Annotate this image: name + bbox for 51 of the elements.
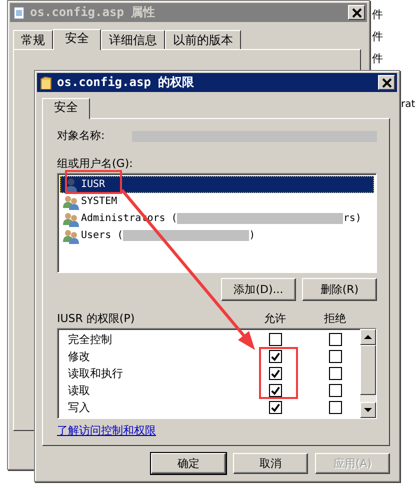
checkbox[interactable] [328, 333, 342, 346]
window-title: os.config.asp 属性 [30, 4, 156, 21]
button[interactable]: 取消 [233, 453, 308, 474]
permission-name: 写入 [68, 400, 91, 415]
permission-name: 修改 [68, 349, 91, 364]
tab[interactable]: 以前的版本 [165, 30, 241, 49]
permission-name: 完全控制 [68, 332, 113, 347]
list-item-text: ) [249, 230, 256, 241]
button[interactable]: 确定 [151, 453, 226, 474]
scroll-up-icon [364, 335, 372, 339]
checkbox[interactable] [268, 384, 282, 397]
column-header: 拒绝 [323, 312, 347, 326]
highlight-box [65, 170, 122, 194]
users-icon [63, 210, 79, 226]
button[interactable]: 删除(R) [302, 278, 377, 301]
checkbox[interactable] [328, 350, 342, 363]
scrollbar[interactable] [360, 329, 376, 418]
background-text: 件 [372, 30, 383, 44]
field-label: 组或用户名(G): [57, 157, 134, 171]
button[interactable]: 添加(D)... [221, 278, 296, 301]
checkbox[interactable] [328, 401, 342, 414]
window-title: os.config.asp 的权限 [57, 74, 196, 91]
checkbox[interactable] [268, 401, 282, 414]
users-icon [63, 228, 79, 244]
list-item-text: rs) [343, 213, 362, 224]
checkbox[interactable] [268, 350, 282, 363]
checkbox[interactable] [328, 384, 342, 397]
column-header: 允许 [263, 312, 287, 326]
field-label: 对象名称: [57, 129, 106, 143]
list-item[interactable]: SYSTEM [60, 193, 374, 210]
tab[interactable]: 安全 [42, 98, 90, 119]
folder-icon [40, 76, 52, 90]
background-text: 件 [372, 8, 383, 22]
highlight-box [259, 347, 298, 399]
scroll-down-icon [364, 408, 372, 412]
background-text: 件 [372, 52, 383, 66]
users-icon [63, 194, 79, 210]
list-item[interactable]: Users ( ) [60, 227, 374, 244]
checkbox[interactable] [268, 367, 282, 380]
background-text: rat [401, 98, 416, 112]
checkbox[interactable] [268, 333, 282, 346]
tab[interactable]: 详细信息 [101, 30, 165, 49]
file-icon [13, 6, 25, 20]
checkbox[interactable] [328, 367, 342, 380]
link[interactable]: 了解访问控制和权限 [57, 424, 156, 438]
permission-name: 读取 [68, 383, 91, 398]
close-button[interactable] [378, 75, 395, 90]
list-item[interactable]: IUSR [60, 176, 374, 193]
permission-name: 读取和执行 [68, 366, 124, 381]
tab[interactable]: 安全 [53, 29, 101, 50]
field-label: IUSR 的权限(P) [57, 312, 136, 326]
